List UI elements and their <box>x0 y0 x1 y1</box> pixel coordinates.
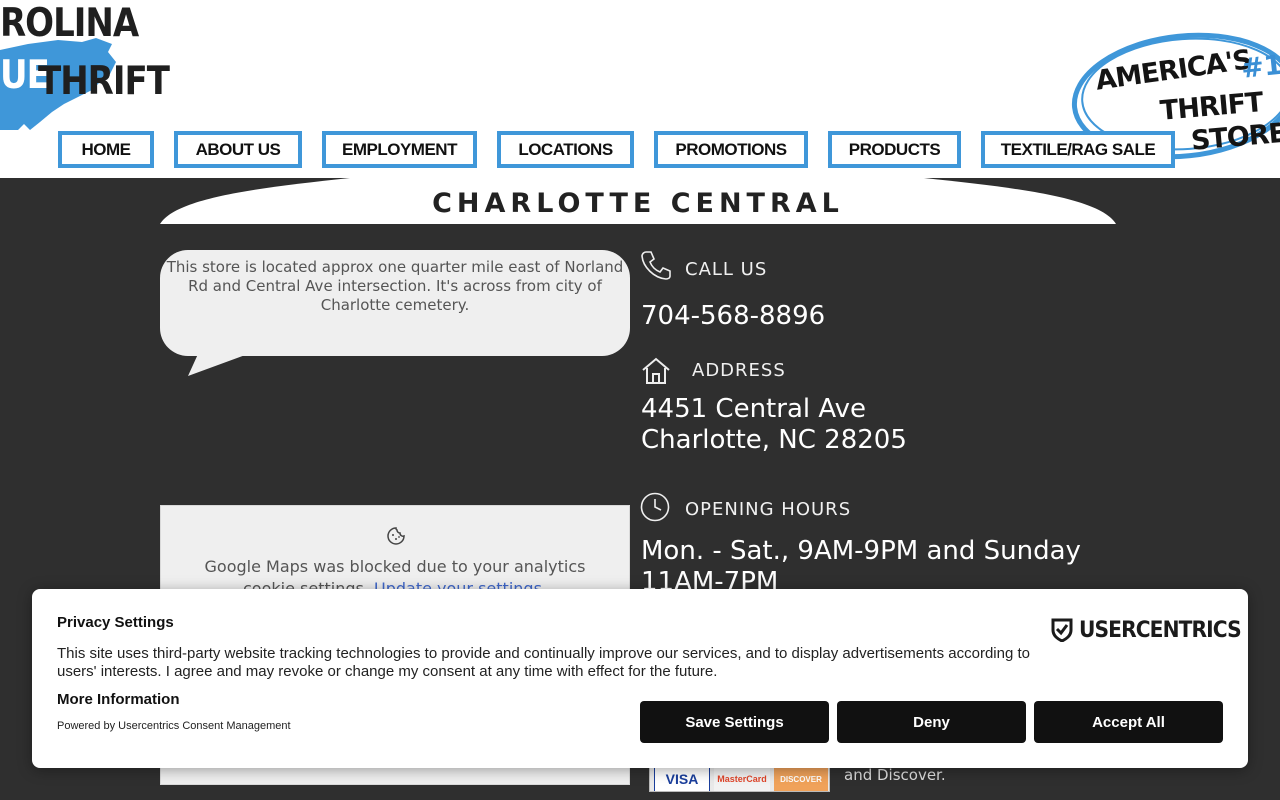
visa-card: VISA <box>654 765 710 791</box>
hours-line-1: Mon. - Sat., 9AM-9PM and Sunday <box>641 536 1081 566</box>
store-description-bubble: This store is located approx one quarter… <box>160 250 630 356</box>
nav-promotions[interactable]: PROMOTIONS <box>654 131 808 168</box>
house-icon <box>642 357 670 384</box>
nav-products[interactable]: PRODUCTS <box>828 131 961 168</box>
mastercard-card: MasterCard <box>714 765 770 791</box>
badge-line-3: STORE <box>1189 117 1280 157</box>
payment-text: and Discover. <box>844 766 946 784</box>
page-title: CHARLOTTE CENTRAL <box>432 188 844 219</box>
discover-card: DISCOVER <box>774 765 828 791</box>
logo-line-1: ROLINA <box>0 0 139 47</box>
address-label: ADDRESS <box>692 360 786 381</box>
cookie-icon <box>387 527 405 545</box>
usercentrics-brand: USERCENTRICS <box>1079 617 1242 643</box>
consent-title: Privacy Settings <box>57 614 174 631</box>
powered-by-text: Powered by Usercentrics Consent Manageme… <box>57 720 291 732</box>
call-us-label: CALL US <box>685 259 768 280</box>
address-line-2: Charlotte, NC 28205 <box>641 425 907 455</box>
address-line-1: 4451 Central Ave <box>641 394 867 424</box>
nav-about-us[interactable]: ABOUT US <box>174 131 302 168</box>
nav-textile-rag-sale[interactable]: TEXTILE/RAG SALE <box>981 131 1175 168</box>
deny-button[interactable]: Deny <box>837 701 1026 743</box>
site-logo[interactable]: ROLINA UE THRIFT <box>0 0 170 132</box>
accept-all-button[interactable]: Accept All <box>1034 701 1223 743</box>
phone-icon <box>641 251 671 280</box>
save-settings-button[interactable]: Save Settings <box>640 701 829 743</box>
opening-hours-label: OPENING HOURS <box>685 499 852 520</box>
phone-number[interactable]: 704-568-8896 <box>641 301 825 332</box>
more-information-link[interactable]: More Information <box>57 691 180 708</box>
badge-number: #1 <box>1239 49 1280 85</box>
logo-line-3: THRIFT <box>38 58 170 105</box>
nav-locations[interactable]: LOCATIONS <box>497 131 634 168</box>
shield-check-icon <box>1051 618 1073 642</box>
usercentrics-logo: USERCENTRICS <box>1051 617 1255 643</box>
store-description: This store is located approx one quarter… <box>166 258 624 314</box>
nav-home[interactable]: HOME <box>58 131 154 168</box>
clock-icon <box>640 492 670 522</box>
speech-tail-icon <box>188 354 248 376</box>
consent-body: This site uses third-party website track… <box>57 645 1030 680</box>
nav-employment[interactable]: EMPLOYMENT <box>322 131 477 168</box>
privacy-consent-banner: Privacy Settings This site uses third-pa… <box>32 589 1248 768</box>
site-header: ROLINA UE THRIFT AMERICA'S #1 THRIFT STO… <box>0 0 1280 178</box>
